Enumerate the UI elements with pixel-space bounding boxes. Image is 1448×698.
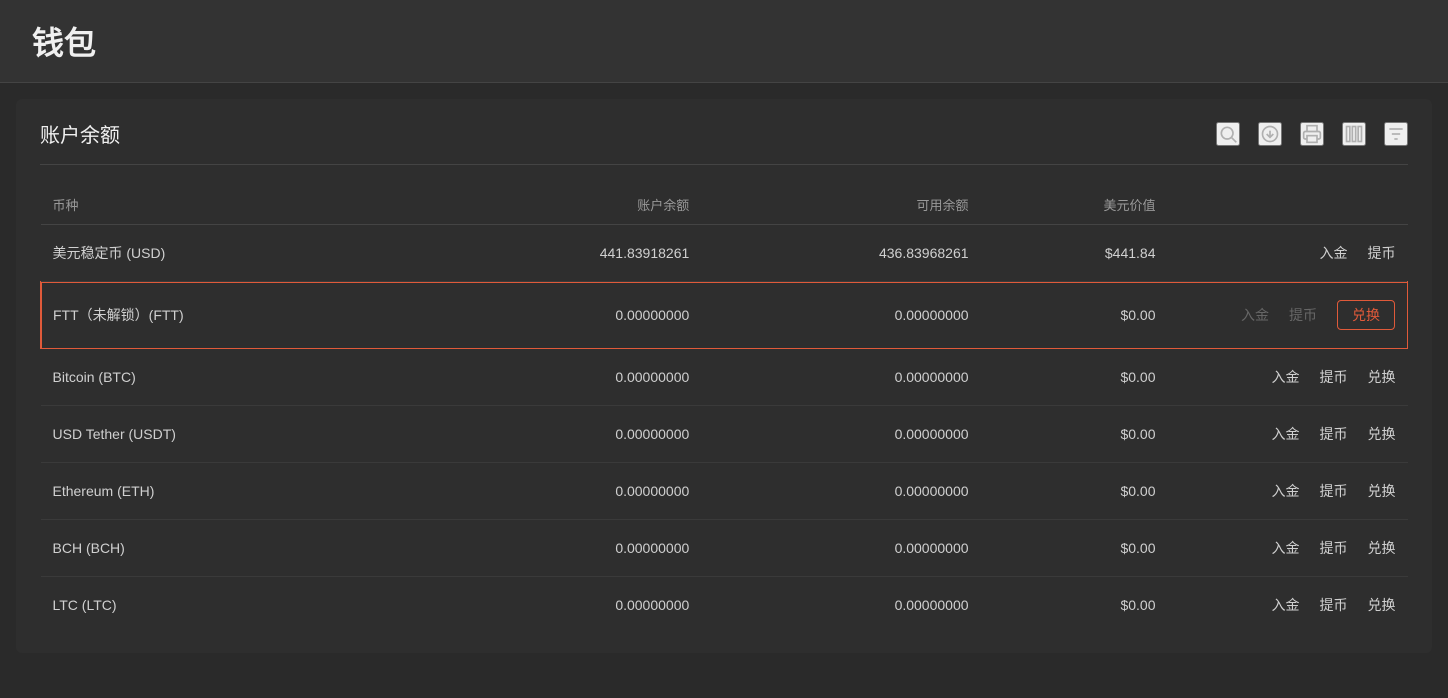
withdraw-button[interactable]: 提币 [1320, 538, 1348, 558]
cell-balance: 0.00000000 [422, 406, 701, 463]
filter-icon [1386, 124, 1406, 144]
deposit-button[interactable]: 入金 [1272, 538, 1300, 558]
cell-actions: 入金提币兑换 [1168, 349, 1408, 406]
table-row: BCH (BCH)0.000000000.00000000$0.00入金提币兑换 [41, 520, 1408, 577]
search-button[interactable] [1216, 122, 1240, 146]
cell-usd-value: $0.00 [981, 282, 1168, 349]
columns-button[interactable] [1342, 122, 1366, 146]
cell-actions: 入金提币兑换 [1168, 282, 1408, 349]
cell-usd-value: $0.00 [981, 577, 1168, 634]
cell-actions: 入金提币兑换 [1168, 520, 1408, 577]
cell-currency: Ethereum (ETH) [41, 463, 423, 520]
deposit-button: 入金 [1241, 305, 1269, 325]
exchange-button[interactable]: 兑换 [1368, 538, 1396, 558]
header-usd-value: 美元价值 [981, 185, 1168, 225]
cell-usd-value: $0.00 [981, 463, 1168, 520]
exchange-button[interactable]: 兑换 [1368, 595, 1396, 615]
toolbar [1216, 122, 1408, 146]
deposit-button[interactable]: 入金 [1272, 424, 1300, 444]
withdraw-button[interactable]: 提币 [1320, 367, 1348, 387]
exchange-button[interactable]: 兑换 [1368, 367, 1396, 387]
cell-usd-value: $0.00 [981, 349, 1168, 406]
exchange-button[interactable]: 兑换 [1368, 424, 1396, 444]
cell-available: 0.00000000 [701, 577, 980, 634]
table-row: FTT（未解锁）(FTT)0.000000000.00000000$0.00入金… [41, 282, 1408, 349]
deposit-button[interactable]: 入金 [1320, 243, 1348, 263]
withdraw-button[interactable]: 提币 [1368, 243, 1396, 263]
withdraw-button[interactable]: 提币 [1320, 595, 1348, 615]
cell-actions: 入金提币兑换 [1168, 406, 1408, 463]
filter-button[interactable] [1384, 122, 1408, 146]
cell-usd-value: $0.00 [981, 520, 1168, 577]
cell-currency: Bitcoin (BTC) [41, 349, 423, 406]
exchange-button[interactable]: 兑换 [1368, 481, 1396, 501]
search-icon [1218, 124, 1238, 144]
cell-actions: 入金提币 [1168, 225, 1408, 282]
download-icon [1260, 124, 1280, 144]
deposit-button[interactable]: 入金 [1272, 367, 1300, 387]
header-available: 可用余额 [701, 185, 980, 225]
download-button[interactable] [1258, 122, 1282, 146]
cell-actions: 入金提币兑换 [1168, 577, 1408, 634]
print-button[interactable] [1300, 122, 1324, 146]
withdraw-button[interactable]: 提币 [1320, 481, 1348, 501]
cell-usd-value: $0.00 [981, 406, 1168, 463]
cell-available: 0.00000000 [701, 282, 980, 349]
columns-icon [1344, 124, 1364, 144]
section-header: 账户余额 [40, 119, 1408, 165]
table-header-row: 币种 账户余额 可用余额 美元价值 [41, 185, 1408, 225]
cell-balance: 0.00000000 [422, 577, 701, 634]
cell-balance: 0.00000000 [422, 282, 701, 349]
deposit-button[interactable]: 入金 [1272, 595, 1300, 615]
cell-available: 0.00000000 [701, 520, 980, 577]
deposit-button[interactable]: 入金 [1272, 481, 1300, 501]
cell-currency: USD Tether (USDT) [41, 406, 423, 463]
cell-currency: 美元稳定币 (USD) [41, 225, 423, 282]
header-balance: 账户余额 [422, 185, 701, 225]
cell-balance: 0.00000000 [422, 520, 701, 577]
header-currency: 币种 [41, 185, 423, 225]
content-area: 账户余额 [16, 99, 1432, 653]
cell-usd-value: $441.84 [981, 225, 1168, 282]
cell-available: 0.00000000 [701, 349, 980, 406]
cell-balance: 441.83918261 [422, 225, 701, 282]
withdraw-button[interactable]: 提币 [1320, 424, 1348, 444]
cell-currency: FTT（未解锁）(FTT) [41, 282, 423, 349]
table-row: Ethereum (ETH)0.000000000.00000000$0.00入… [41, 463, 1408, 520]
table-row: LTC (LTC)0.000000000.00000000$0.00入金提币兑换 [41, 577, 1408, 634]
header-actions [1168, 185, 1408, 225]
table-row: Bitcoin (BTC)0.000000000.00000000$0.00入金… [41, 349, 1408, 406]
cell-currency: BCH (BCH) [41, 520, 423, 577]
section-title: 账户余额 [40, 119, 120, 148]
balance-table: 币种 账户余额 可用余额 美元价值 美元稳定币 (USD)441.8391826… [40, 185, 1408, 633]
cell-available: 436.83968261 [701, 225, 980, 282]
cell-available: 0.00000000 [701, 406, 980, 463]
cell-balance: 0.00000000 [422, 349, 701, 406]
page-header: 钱包 [0, 0, 1448, 83]
cell-balance: 0.00000000 [422, 463, 701, 520]
cell-currency: LTC (LTC) [41, 577, 423, 634]
page-title: 钱包 [32, 18, 1416, 64]
print-icon [1302, 124, 1322, 144]
table-row: 美元稳定币 (USD)441.83918261436.83968261$441.… [41, 225, 1408, 282]
cell-available: 0.00000000 [701, 463, 980, 520]
withdraw-button: 提币 [1289, 305, 1317, 325]
table-row: USD Tether (USDT)0.000000000.00000000$0.… [41, 406, 1408, 463]
exchange-button[interactable]: 兑换 [1337, 300, 1395, 330]
cell-actions: 入金提币兑换 [1168, 463, 1408, 520]
